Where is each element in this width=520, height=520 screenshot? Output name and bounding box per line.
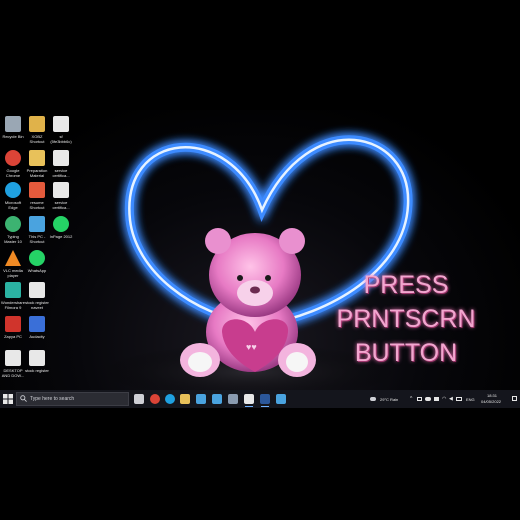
search-placeholder: Type here to search [30, 396, 75, 402]
desktop-icon[interactable]: stock register [20, 350, 54, 373]
desktop-icon[interactable]: sf (5fe3bbb6c) [44, 116, 78, 144]
overlay-line-2: PRNTSCRN [336, 305, 476, 333]
clock-date[interactable]: 04/05/2022 [481, 399, 501, 404]
desktop-icon[interactable]: InPage 2012 [44, 216, 78, 239]
word-icon[interactable] [260, 394, 270, 404]
press-prntscrn-overlay: PRESS PRNTSCRN BUTTON [318, 268, 494, 370]
desktop-icon-label: stock register naveet [25, 300, 49, 310]
desktop-screen: ♥♥ Recycle Bin XOBZ Shortcut sf (5fe3bbb6c… [0, 110, 520, 408]
zapya-icon [5, 316, 21, 332]
edge-icon[interactable] [165, 394, 175, 404]
whatsapp-icon [53, 216, 69, 232]
weather-cloud-icon[interactable] [370, 397, 376, 401]
desktop-icon[interactable]: WhatsApp [20, 250, 54, 273]
shortcut-icon [29, 116, 45, 132]
desktop-icon[interactable]: service certifica... [44, 150, 78, 178]
pdf-icon [29, 182, 45, 198]
wifi-icon[interactable]: ◠ [442, 396, 446, 402]
vlc-icon [5, 250, 21, 266]
active-app-indicator [261, 406, 269, 407]
desktop-icon[interactable]: service certifica... [44, 182, 78, 210]
typing-master-icon [5, 216, 21, 232]
desktop-icon-label: service certifica... [52, 200, 70, 210]
desktop-icon-label: service certifica... [52, 168, 70, 178]
desktop-icon-label: Audacity [29, 334, 45, 339]
desktop-icon-label: WhatsApp [27, 268, 47, 273]
cloud-icon[interactable] [425, 397, 431, 401]
mail-icon[interactable] [212, 394, 222, 404]
folder-icon [29, 150, 45, 166]
task-view-icon[interactable] [134, 394, 144, 404]
desktop-icon-label: sf (5fe3bbb6c) [50, 134, 72, 144]
whatsapp-icon [29, 250, 45, 266]
active-app-indicator [245, 406, 253, 407]
document-icon [53, 116, 69, 132]
document-icon [5, 350, 21, 366]
audacity-icon [29, 316, 45, 332]
this-pc-icon [29, 216, 45, 232]
photos-icon[interactable] [228, 394, 238, 404]
filmora-icon [5, 282, 21, 298]
language-indicator[interactable]: ENG [466, 397, 475, 402]
camera-icon[interactable] [434, 397, 439, 401]
document-icon [53, 150, 69, 166]
search-icon [20, 395, 27, 402]
desktop-icon-label: stock register [25, 368, 49, 373]
taskbar-search-box[interactable]: Type here to search [16, 392, 129, 406]
network-icon[interactable] [417, 397, 422, 401]
weather-text[interactable]: 29°C Rain [380, 397, 398, 402]
desktop-icon[interactable]: Audacity [20, 316, 54, 339]
document-icon [29, 350, 45, 366]
edge-icon [5, 182, 21, 198]
windows-start-icon[interactable] [3, 394, 13, 404]
desktop-icon[interactable]: stock register naveet [20, 282, 54, 310]
app-icon[interactable] [276, 394, 286, 404]
recycle-bin-icon [5, 116, 21, 132]
store-icon[interactable] [196, 394, 206, 404]
overlay-line-3: BUTTON [354, 339, 458, 367]
document-icon [53, 182, 69, 198]
chrome-icon[interactable] [150, 394, 160, 404]
svg-text:♥♥: ♥♥ [246, 342, 257, 352]
overlay-line-1: PRESS [363, 271, 449, 299]
clock-time[interactable]: 18:31 [487, 393, 497, 398]
chevron-up-icon[interactable]: ^ [410, 396, 412, 402]
chrome-icon [5, 150, 21, 166]
download-icon[interactable] [244, 394, 254, 404]
notifications-icon[interactable] [512, 396, 517, 401]
taskbar: Type here to search 29°C Rain ^ ◠ ◀ ENG … [0, 390, 520, 408]
file-explorer-icon[interactable] [180, 394, 190, 404]
desktop-icon-label: InPage 2012 [49, 234, 73, 239]
volume-icon[interactable]: ◀ [449, 396, 453, 402]
battery-icon[interactable] [456, 397, 462, 401]
document-icon [29, 282, 45, 298]
